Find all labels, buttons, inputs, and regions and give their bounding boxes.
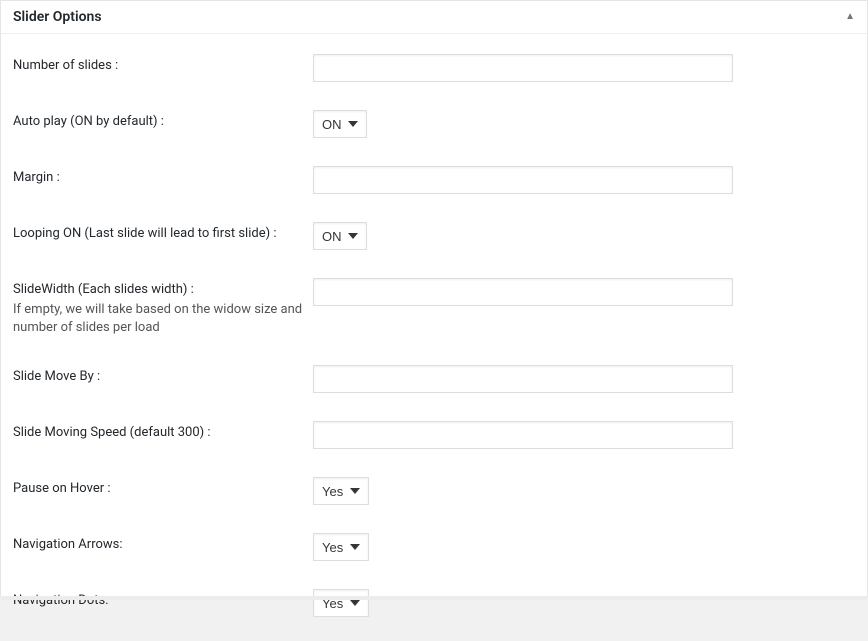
select-pause-on-hover[interactable]: Yes: [313, 477, 369, 505]
field-row-autoplay: Auto play (ON by default) : ON: [13, 100, 855, 156]
select-nav-dots[interactable]: Yes: [313, 589, 369, 617]
input-slide-move-by[interactable]: [313, 365, 733, 393]
select-looping[interactable]: ON: [313, 222, 367, 250]
label-slide-move-by: Slide Move By :: [13, 365, 313, 384]
field-row-slidewidth: SlideWidth (Each slides width) : If empt…: [13, 268, 855, 355]
label-margin: Margin :: [13, 166, 313, 185]
label-pause-on-hover: Pause on Hover :: [13, 477, 313, 496]
label-looping: Looping ON (Last slide will lead to firs…: [13, 222, 313, 241]
field-row-slide-move-by: Slide Move By :: [13, 355, 855, 411]
input-slidewidth[interactable]: [313, 278, 733, 306]
label-slidewidth: SlideWidth (Each slides width) :: [13, 282, 194, 297]
select-autoplay[interactable]: ON: [313, 110, 367, 138]
field-row-pause-on-hover: Pause on Hover : Yes: [13, 467, 855, 523]
field-row-number-of-slides: Number of slides :: [13, 44, 855, 100]
field-row-margin: Margin :: [13, 156, 855, 212]
field-row-slide-speed: Slide Moving Speed (default 300) :: [13, 411, 855, 467]
label-autoplay: Auto play (ON by default) :: [13, 110, 313, 129]
field-row-nav-arrows: Navigation Arrows: Yes: [13, 523, 855, 579]
input-slide-speed[interactable]: [313, 421, 733, 449]
field-row-nav-dots: Navigation Dots: Yes: [13, 579, 855, 623]
input-number-of-slides[interactable]: [313, 54, 733, 82]
select-nav-arrows[interactable]: Yes: [313, 533, 369, 561]
label-nav-arrows: Navigation Arrows:: [13, 533, 313, 552]
footer-shadow: [1, 596, 867, 600]
slider-options-metabox: Slider Options ▲ Number of slides : Auto…: [0, 0, 868, 597]
collapse-toggle-icon[interactable]: ▲: [845, 12, 855, 22]
label-number-of-slides: Number of slides :: [13, 54, 313, 73]
metabox-body: Number of slides : Auto play (ON by defa…: [1, 34, 867, 641]
help-slidewidth: If empty, we will take based on the wido…: [13, 301, 303, 337]
metabox-title: Slider Options: [13, 9, 102, 25]
input-margin[interactable]: [313, 166, 733, 194]
label-slide-speed: Slide Moving Speed (default 300) :: [13, 421, 313, 440]
metabox-header[interactable]: Slider Options ▲: [1, 1, 867, 34]
field-row-looping: Looping ON (Last slide will lead to firs…: [13, 212, 855, 268]
